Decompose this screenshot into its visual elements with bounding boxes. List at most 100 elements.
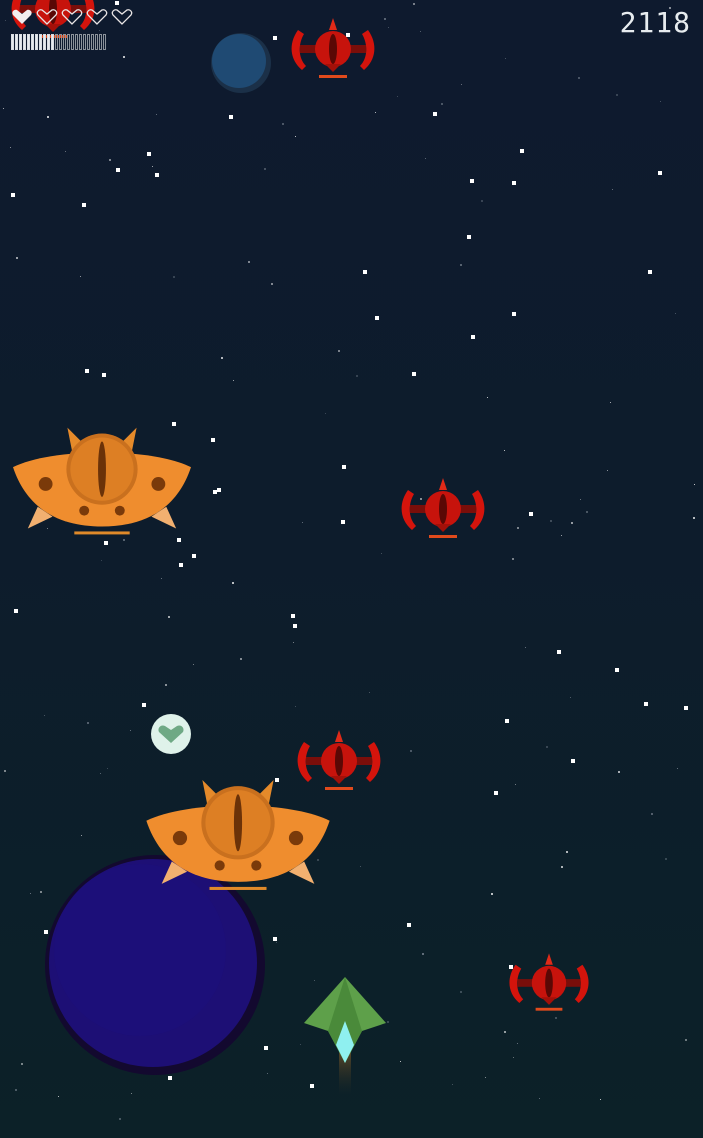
star <box>420 31 421 32</box>
star <box>517 1043 518 1044</box>
score-display: 2118 <box>619 6 691 39</box>
star <box>460 264 462 266</box>
star <box>85 369 89 373</box>
star <box>485 1077 486 1078</box>
star <box>470 179 474 183</box>
star <box>433 112 437 116</box>
star <box>400 1061 401 1062</box>
star <box>615 668 619 672</box>
star <box>384 18 386 20</box>
ammo-cell <box>95 34 98 50</box>
star <box>177 538 181 542</box>
star <box>221 357 223 359</box>
star <box>410 750 412 752</box>
star <box>685 1039 687 1041</box>
star <box>644 702 648 706</box>
star <box>101 560 102 561</box>
star <box>512 181 516 185</box>
star <box>494 791 498 795</box>
star <box>381 553 382 554</box>
star <box>293 642 294 643</box>
star <box>325 413 326 414</box>
star <box>123 539 125 541</box>
star <box>81 835 82 836</box>
star <box>467 235 471 239</box>
star <box>342 465 346 469</box>
star <box>610 402 611 403</box>
star <box>586 511 588 513</box>
heart-empty-icon <box>61 9 83 25</box>
star <box>155 173 159 177</box>
star <box>512 312 516 316</box>
star <box>173 276 175 278</box>
star <box>422 953 424 955</box>
star <box>675 313 676 314</box>
ammo-cell <box>15 34 18 50</box>
star <box>264 168 266 170</box>
star <box>363 270 367 274</box>
star <box>119 1118 121 1120</box>
star <box>360 866 361 867</box>
star <box>555 1017 557 1019</box>
star <box>580 499 581 500</box>
star <box>82 203 86 207</box>
ammo-cell <box>83 34 86 50</box>
star <box>648 270 652 274</box>
star <box>578 77 580 79</box>
star <box>525 647 526 648</box>
ammo-cell <box>103 34 106 50</box>
orange-horned-saucer <box>13 427 191 535</box>
ammo-cell <box>55 34 58 50</box>
star <box>100 773 101 774</box>
star <box>147 152 151 156</box>
red-claw-fighter <box>291 18 375 78</box>
star <box>276 942 277 943</box>
ammo-cell <box>43 34 46 50</box>
green-fighter-player <box>304 977 386 1095</box>
star <box>271 283 273 285</box>
star <box>504 1031 506 1033</box>
star <box>102 373 106 377</box>
star <box>232 582 234 584</box>
star <box>375 316 379 320</box>
star <box>546 746 548 748</box>
star <box>156 114 157 115</box>
star <box>58 1096 59 1097</box>
star <box>229 115 233 119</box>
star <box>504 450 505 451</box>
ammo-bar <box>11 34 106 50</box>
ammo-cell <box>23 34 26 50</box>
star <box>161 578 162 579</box>
red-claw-fighter <box>401 478 485 538</box>
ammo-cell <box>39 34 42 50</box>
star <box>131 1093 132 1094</box>
star <box>165 684 167 686</box>
star <box>338 350 340 352</box>
ammo-cell <box>63 34 66 50</box>
star <box>21 1063 23 1065</box>
ammo-cell <box>47 34 50 50</box>
star <box>677 768 678 769</box>
star <box>193 664 194 665</box>
star <box>302 522 303 523</box>
star <box>600 1099 601 1100</box>
star <box>15 1089 17 1091</box>
star <box>550 520 552 522</box>
star <box>460 991 462 993</box>
ammo-cell <box>51 34 54 50</box>
star <box>217 488 221 492</box>
star <box>487 397 488 398</box>
star <box>471 335 475 339</box>
star <box>168 616 170 618</box>
star <box>566 851 568 853</box>
star <box>152 166 153 167</box>
ammo-cell <box>59 34 62 50</box>
star <box>618 771 620 773</box>
star <box>4 770 6 772</box>
star <box>65 151 66 152</box>
star <box>341 520 345 524</box>
star <box>116 168 120 172</box>
star <box>99 30 100 31</box>
star <box>47 116 49 118</box>
star <box>425 158 426 159</box>
